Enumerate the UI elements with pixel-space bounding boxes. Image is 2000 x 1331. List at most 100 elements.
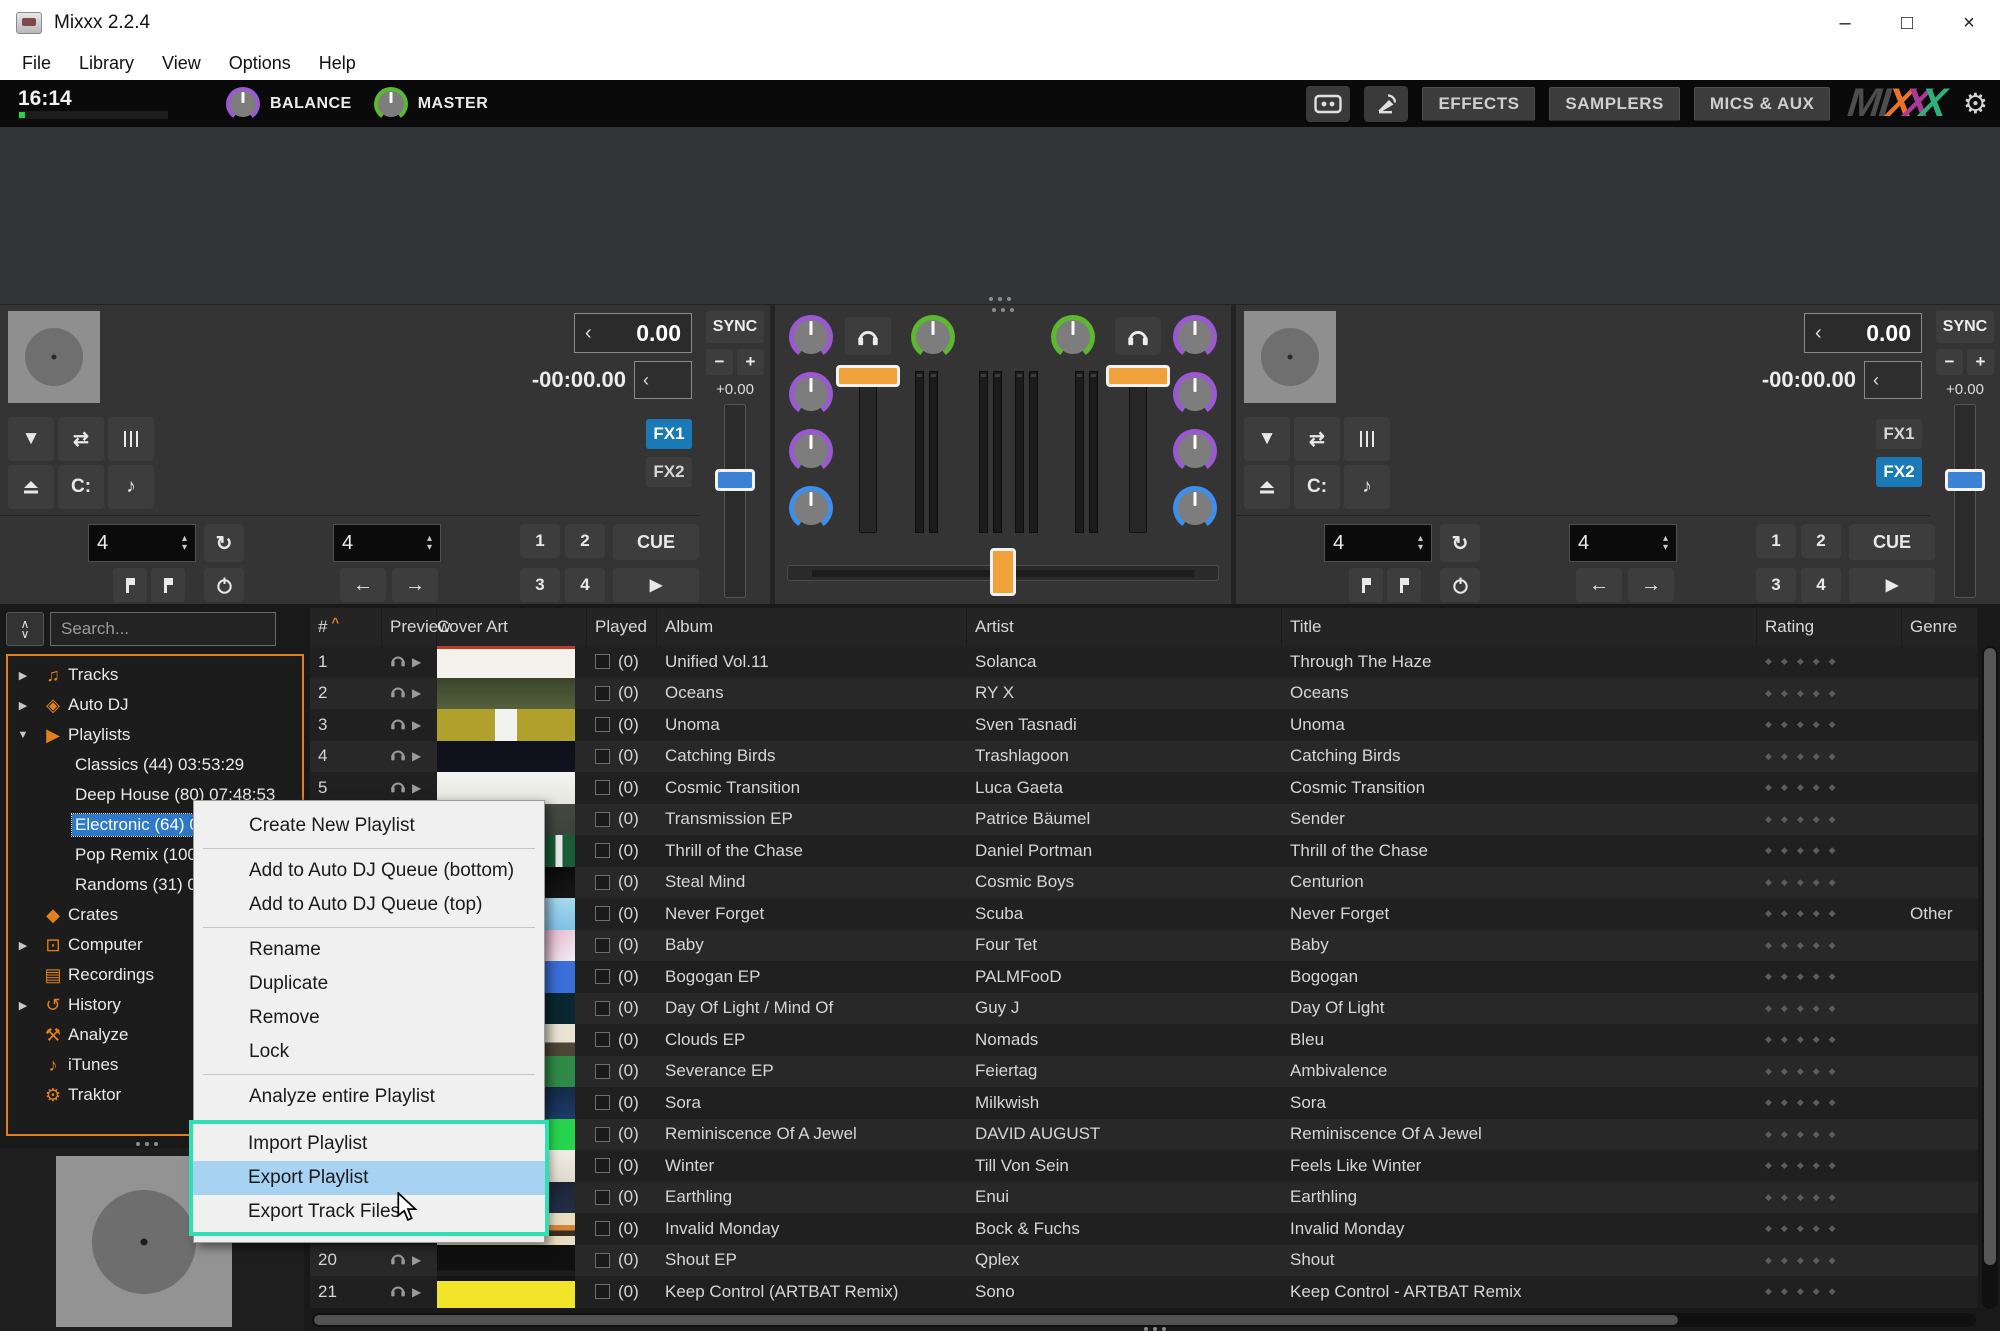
reloop-button[interactable]: ↻ xyxy=(204,524,244,562)
close-button[interactable]: × xyxy=(1938,0,2000,46)
preview-cell[interactable]: ▶ xyxy=(382,646,437,678)
fx2-assign-button[interactable]: FX2 xyxy=(646,457,692,487)
record-icon[interactable] xyxy=(1306,86,1350,122)
eject-button[interactable] xyxy=(1244,465,1290,509)
fx1-assign-button[interactable]: FX1 xyxy=(646,419,692,449)
eq-knob-left-2[interactable] xyxy=(789,372,833,416)
sidebar-item-playlists[interactable]: ▼▶Playlists xyxy=(8,720,302,750)
panel-button-effects[interactable]: EFFECTS xyxy=(1422,87,1535,121)
table-row[interactable]: 18▶(0)EarthlingEnuiEarthling◆◆◆◆◆ xyxy=(310,1182,1978,1214)
sync-button[interactable]: SYNC xyxy=(706,311,764,343)
played-checkbox[interactable] xyxy=(595,1127,610,1142)
maximize-button[interactable]: □ xyxy=(1876,0,1938,46)
reloop-button[interactable]: ↻ xyxy=(1440,524,1480,562)
rating-cell[interactable]: ◆◆◆◆◆ xyxy=(1757,804,1902,836)
rating-cell[interactable]: ◆◆◆◆◆ xyxy=(1757,741,1902,773)
expander-collapsed-icon[interactable]: ▶ xyxy=(8,699,38,712)
beatjump-back-button[interactable]: ← xyxy=(1576,568,1622,602)
beatjump-forward-button[interactable]: → xyxy=(1628,568,1674,602)
played-checkbox[interactable] xyxy=(595,686,610,701)
play-button[interactable]: ▶ xyxy=(1849,568,1935,602)
library-maximize-toggle[interactable]: ∧ ∨ xyxy=(6,612,44,646)
table-row[interactable]: 4▶(0)Catching BirdsTrashlagoonCatching B… xyxy=(310,741,1978,773)
eject-button[interactable] xyxy=(8,465,54,509)
loop-in-button[interactable] xyxy=(113,568,147,602)
loop-size-box[interactable]: ‹ xyxy=(1864,361,1922,399)
pitch-display[interactable]: ‹0.00 xyxy=(574,313,692,353)
key-button[interactable]: ♪ xyxy=(108,465,154,509)
play-button[interactable]: ▶ xyxy=(613,568,699,602)
mixer-splitter-handle[interactable] xyxy=(992,308,1014,312)
eq-knob-left-3[interactable] xyxy=(789,429,833,473)
menu-item-rename[interactable]: Rename xyxy=(194,933,544,967)
played-checkbox[interactable] xyxy=(595,717,610,732)
expander-collapsed-icon[interactable]: ▶ xyxy=(8,669,38,682)
volume-fader-right[interactable] xyxy=(1129,371,1147,533)
table-row[interactable]: 19▶(0)Invalid MondayBock & FuchsInvalid … xyxy=(310,1213,1978,1245)
gain-knob-left[interactable] xyxy=(911,315,955,359)
column-header-rating[interactable]: Rating xyxy=(1757,608,1902,646)
column-header-cover-art[interactable]: Cover Art xyxy=(437,608,587,646)
menu-help[interactable]: Help xyxy=(305,53,370,74)
menu-view[interactable]: View xyxy=(148,53,215,74)
beatjump-size-spinbox[interactable]: 4▴▾ xyxy=(333,524,441,562)
played-checkbox[interactable] xyxy=(595,1001,610,1016)
pitch-down-button[interactable]: − xyxy=(1936,349,1963,375)
table-row[interactable]: 14▶(0)Severance EPFeiertagAmbivalence◆◆◆… xyxy=(310,1056,1978,1088)
pitch-display[interactable]: ‹0.00 xyxy=(1804,313,1922,353)
horizontal-scrollbar[interactable] xyxy=(312,1313,1976,1327)
rating-cell[interactable]: ◆◆◆◆◆ xyxy=(1757,772,1902,804)
menu-item-export-playlist[interactable]: Export Playlist xyxy=(193,1161,545,1195)
rate-slider[interactable] xyxy=(1954,404,1976,598)
loop-out-button[interactable] xyxy=(1387,568,1421,602)
rating-cell[interactable]: ◆◆◆◆◆ xyxy=(1757,867,1902,899)
eq-knob-right-4[interactable] xyxy=(1173,486,1217,530)
played-checkbox[interactable] xyxy=(595,1284,610,1299)
table-row[interactable]: 11▶(0)Bogogan EPPALMFooDBogogan◆◆◆◆◆ xyxy=(310,961,1978,993)
played-checkbox[interactable] xyxy=(595,969,610,984)
table-row[interactable]: 16▶(0)Reminiscence Of A JewelDAVID AUGUS… xyxy=(310,1119,1978,1151)
search-input[interactable]: Search... xyxy=(50,612,276,646)
column-header-title[interactable]: Title xyxy=(1282,608,1757,646)
broadcast-icon[interactable] xyxy=(1364,86,1408,122)
rating-cell[interactable]: ◆◆◆◆◆ xyxy=(1757,1213,1902,1245)
table-row[interactable]: 2▶(0)OceansRY XOceans◆◆◆◆◆ xyxy=(310,678,1978,710)
table-row[interactable]: 9▶(0)Never ForgetScubaNever Forget◆◆◆◆◆O… xyxy=(310,898,1978,930)
settings-gear-icon[interactable]: ⚙ xyxy=(1963,87,1988,120)
rating-cell[interactable]: ◆◆◆◆◆ xyxy=(1757,646,1902,678)
key-button[interactable]: ♪ xyxy=(1344,465,1390,509)
rating-cell[interactable]: ◆◆◆◆◆ xyxy=(1757,993,1902,1025)
rating-cell[interactable]: ◆◆◆◆◆ xyxy=(1757,961,1902,993)
loop-out-button[interactable] xyxy=(151,568,185,602)
rating-cell[interactable]: ◆◆◆◆◆ xyxy=(1757,1087,1902,1119)
beatjump-size-spinbox[interactable]: 4▴▾ xyxy=(1569,524,1677,562)
preview-cell[interactable]: ▶ xyxy=(382,709,437,741)
expander-collapsed-icon[interactable]: ▶ xyxy=(8,999,38,1012)
loop-size-box[interactable]: ‹ xyxy=(634,361,692,399)
crossfader[interactable] xyxy=(787,548,1219,596)
eq-knob-left-1[interactable] xyxy=(789,315,833,359)
cue-button[interactable]: CUE xyxy=(613,524,699,560)
played-checkbox[interactable] xyxy=(595,654,610,669)
eq-knob-left-4[interactable] xyxy=(789,486,833,530)
played-checkbox[interactable] xyxy=(595,1190,610,1205)
menu-item-add-to-auto-dj-queue-bottom-[interactable]: Add to Auto DJ Queue (bottom) xyxy=(194,854,544,888)
table-row[interactable]: 15▶(0)SoraMilkwishSora◆◆◆◆◆ xyxy=(310,1087,1978,1119)
table-row[interactable]: 21▶(0)Keep Control (ARTBAT Remix)SonoKee… xyxy=(310,1276,1978,1308)
rate-slider-handle[interactable] xyxy=(1945,469,1985,491)
played-checkbox[interactable] xyxy=(595,749,610,764)
rating-cell[interactable]: ◆◆◆◆◆ xyxy=(1757,1276,1902,1308)
volume-fader-left[interactable] xyxy=(859,371,877,533)
table-row[interactable]: 20▶(0)Shout EPQplexShout◆◆◆◆◆ xyxy=(310,1245,1978,1277)
played-checkbox[interactable] xyxy=(595,1158,610,1173)
played-checkbox[interactable] xyxy=(595,1032,610,1047)
played-checkbox[interactable] xyxy=(595,843,610,858)
menu-item-remove[interactable]: Remove xyxy=(194,1001,544,1035)
rating-cell[interactable]: ◆◆◆◆◆ xyxy=(1757,1119,1902,1151)
splitter-handle[interactable] xyxy=(989,297,1011,301)
menu-item-analyze-entire-playlist[interactable]: Analyze entire Playlist xyxy=(194,1080,544,1114)
played-checkbox[interactable] xyxy=(595,1253,610,1268)
cue-mode-button[interactable]: C: xyxy=(58,465,104,509)
rating-cell[interactable]: ◆◆◆◆◆ xyxy=(1757,1182,1902,1214)
repeat-button[interactable]: ⇄ xyxy=(58,417,104,461)
